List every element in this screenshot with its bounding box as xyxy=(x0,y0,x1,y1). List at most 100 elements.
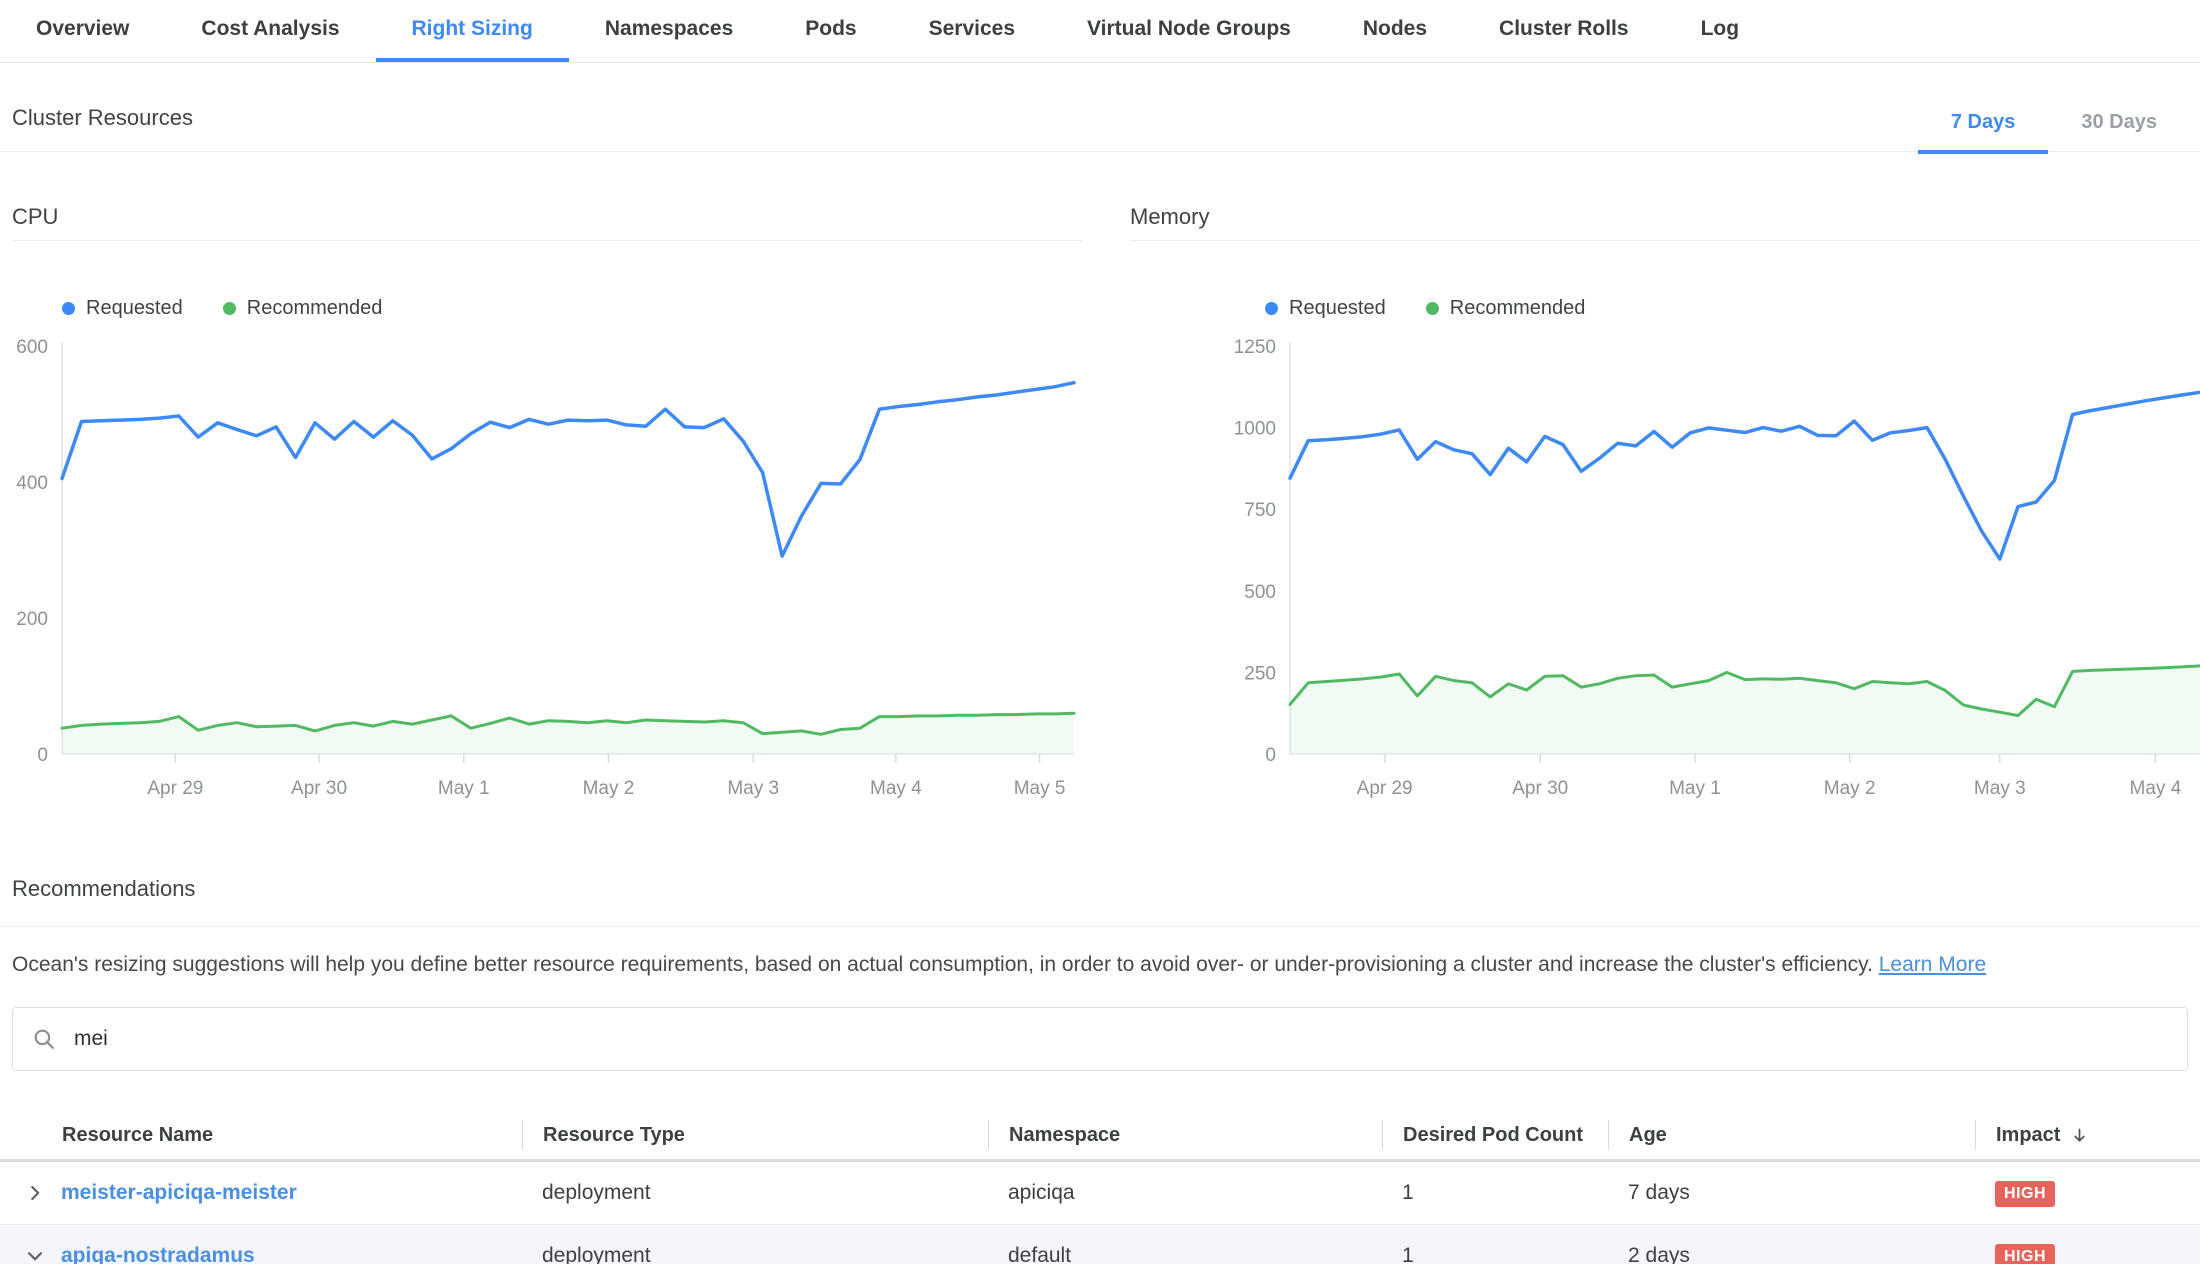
legend-item-requested[interactable]: Requested xyxy=(1265,297,1386,320)
line-requested xyxy=(62,383,1074,556)
time-range-30-days[interactable]: 30 Days xyxy=(2048,95,2190,154)
charts-row: CPU Requested Recommended 0 200 400 600 Apr 2… xyxy=(0,204,2200,804)
resource-type-cell: deployment xyxy=(522,1181,988,1205)
legend-dot-recommended xyxy=(1426,302,1439,315)
column-header-resource-type[interactable]: Resource Type xyxy=(522,1120,988,1150)
recommendations-table: Resource Name Resource Type Namespace De… xyxy=(0,1111,2200,1264)
impact-badge: HIGH xyxy=(1995,1181,2055,1207)
tab-nodes[interactable]: Nodes xyxy=(1327,0,1463,62)
learn-more-link[interactable]: Learn More xyxy=(1879,953,1986,976)
chart-title: Memory xyxy=(1130,204,2200,241)
table-header-row: Resource Name Resource Type Namespace De… xyxy=(0,1111,2200,1162)
y-tick-label: 0 xyxy=(1265,745,1276,766)
legend-dot-requested xyxy=(62,302,75,315)
x-tick-label: May 1 xyxy=(438,778,490,799)
tab-label: Namespaces xyxy=(605,17,733,41)
chevron-down-icon[interactable] xyxy=(24,1245,46,1264)
chart-title: CPU xyxy=(12,204,1082,241)
legend-dot-requested xyxy=(1265,302,1278,315)
x-tick-label: May 2 xyxy=(1824,778,1876,799)
sort-desc-icon[interactable] xyxy=(2070,1126,2089,1145)
y-tick-label: 0 xyxy=(37,745,48,766)
tab-label: Virtual Node Groups xyxy=(1087,17,1291,41)
resource-type-cell: deployment xyxy=(522,1244,988,1264)
recommendations-title: Recommendations xyxy=(12,876,2188,902)
column-header-desired-pod-count[interactable]: Desired Pod Count xyxy=(1382,1120,1608,1150)
time-range-toggle: 7 Days 30 Days xyxy=(1918,95,2190,154)
time-range-label: 7 Days xyxy=(1951,111,2016,133)
legend-item-recommended[interactable]: Recommended xyxy=(223,297,383,320)
tab-label: Nodes xyxy=(1363,17,1427,41)
column-header-namespace[interactable]: Namespace xyxy=(988,1120,1382,1150)
x-tick-label: Apr 30 xyxy=(1512,778,1568,799)
x-tick-label: May 4 xyxy=(870,778,922,799)
table-row-meister-apiciqa-meister[interactable]: meister-apiciqa-meister deployment apici… xyxy=(0,1162,2200,1225)
legend-label: Requested xyxy=(1289,297,1386,320)
tab-namespaces[interactable]: Namespaces xyxy=(569,0,769,62)
table-body: meister-apiciqa-meister deployment apici… xyxy=(0,1162,2200,1264)
y-tick-label: 1250 xyxy=(1234,337,1276,358)
tab-label: Pods xyxy=(805,17,856,41)
search-box[interactable] xyxy=(12,1007,2188,1071)
tab-services[interactable]: Services xyxy=(893,0,1051,62)
tab-label: Cost Analysis xyxy=(201,17,339,41)
x-tick-label: May 2 xyxy=(583,778,635,799)
search-input[interactable] xyxy=(72,1026,2169,1052)
tab-label: Services xyxy=(929,17,1015,41)
page-title: Cluster Resources xyxy=(12,105,193,131)
recommendations-description: Ocean's resizing suggestions will help y… xyxy=(12,951,2188,979)
desired-pod-count-cell: 1 xyxy=(1382,1181,1608,1205)
memory-chart: Memory RequestedRecommended 025050075010… xyxy=(1130,204,2200,804)
tab-label: Right Sizing xyxy=(412,17,533,41)
impact-cell: HIGH xyxy=(1975,1243,2200,1264)
chart-canvas: 025050075010001250Apr 29Apr 30May 1May 2… xyxy=(1130,334,2200,804)
y-tick-label: 200 xyxy=(16,609,48,630)
legend-label: Requested xyxy=(86,297,183,320)
resource-name-link[interactable]: apiqa-nostradamus xyxy=(61,1244,255,1264)
search-icon xyxy=(31,1026,57,1052)
right-sizing-page: Overview Cost Analysis Right Sizing Namespa… xyxy=(0,0,2200,1264)
tab-virtual-node-groups[interactable]: Virtual Node Groups xyxy=(1051,0,1327,62)
y-tick-label: 500 xyxy=(1244,582,1276,603)
chart-canvas: 0200400600Apr 29Apr 30May 1May 2May 3May… xyxy=(12,334,1082,804)
column-header-age[interactable]: Age xyxy=(1608,1120,1975,1150)
x-tick-label: Apr 30 xyxy=(291,778,347,799)
namespace-cell: apiciqa xyxy=(988,1181,1382,1205)
legend-dot-recommended xyxy=(223,302,236,315)
age-cell: 7 days xyxy=(1608,1181,1975,1205)
cluster-resources-section-header: Cluster Resources 7 Days 30 Days xyxy=(0,63,2200,152)
tab-pods[interactable]: Pods xyxy=(769,0,892,62)
resource-name-link[interactable]: meister-apiciqa-meister xyxy=(61,1181,297,1205)
tab-log[interactable]: Log xyxy=(1665,0,1775,62)
tab-label: Log xyxy=(1701,17,1739,41)
tab-label: Cluster Rolls xyxy=(1499,17,1629,41)
age-cell: 2 days xyxy=(1608,1244,1975,1264)
time-range-label: 30 Days xyxy=(2081,111,2157,133)
y-tick-label: 600 xyxy=(16,337,48,358)
table-row-apiqa-nostradamus[interactable]: apiqa-nostradamus deployment default 1 2… xyxy=(0,1225,2200,1264)
x-tick-label: Apr 29 xyxy=(147,778,203,799)
y-tick-label: 400 xyxy=(16,473,48,494)
tab-overview[interactable]: Overview xyxy=(0,0,165,62)
divider xyxy=(0,926,2200,927)
column-header-impact[interactable]: Impact xyxy=(1975,1120,2200,1150)
namespace-cell: default xyxy=(988,1244,1382,1264)
x-tick-label: May 1 xyxy=(1669,778,1721,799)
line-requested xyxy=(1290,392,2200,559)
resource-name-cell: meister-apiciqa-meister xyxy=(0,1181,522,1205)
tab-label: Overview xyxy=(36,17,129,41)
tab-right-sizing[interactable]: Right Sizing xyxy=(376,0,569,62)
legend-item-requested[interactable]: Requested xyxy=(62,297,183,320)
tab-cost-analysis[interactable]: Cost Analysis xyxy=(165,0,375,62)
impact-cell: HIGH xyxy=(1975,1180,2200,1207)
desired-pod-count-cell: 1 xyxy=(1382,1244,1608,1264)
legend-item-recommended[interactable]: Recommended xyxy=(1426,297,1586,320)
chevron-right-icon[interactable] xyxy=(24,1182,46,1204)
column-header-resource-name[interactable]: Resource Name xyxy=(0,1120,522,1150)
tab-cluster-rolls[interactable]: Cluster Rolls xyxy=(1463,0,1665,62)
area-recommended xyxy=(62,713,1074,754)
x-tick-label: May 5 xyxy=(1014,778,1066,799)
time-range-7-days[interactable]: 7 Days xyxy=(1918,95,2049,154)
impact-badge: HIGH xyxy=(1995,1244,2055,1264)
x-tick-label: May 4 xyxy=(2130,778,2182,799)
